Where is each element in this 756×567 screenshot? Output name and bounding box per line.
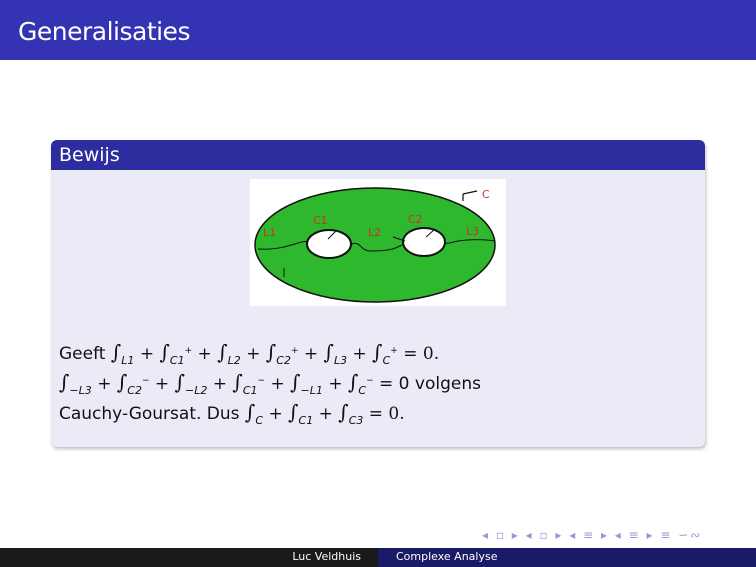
- math-superscript: −: [366, 376, 374, 386]
- label-l2: L2: [368, 226, 381, 239]
- math-superscript: +: [390, 346, 398, 356]
- math-subscript: 3: [356, 414, 364, 427]
- integral-symbol: ∫: [217, 340, 228, 364]
- footer-author: Luc Veldhuis: [292, 550, 361, 563]
- plus-sign: +: [268, 404, 283, 424]
- math-subscript: 1: [250, 384, 258, 397]
- integral-symbol: ∫: [347, 370, 359, 394]
- proof-block-header: Bewijs: [51, 140, 705, 170]
- integral-symbol: ∫: [116, 370, 128, 394]
- label-l3: L3: [466, 225, 479, 238]
- hole-c2: [402, 227, 446, 257]
- contour-diagram: C C1 C2 L1 L2 L3: [254, 187, 496, 303]
- math-subscript: 1: [177, 354, 185, 367]
- frame-title-bar: Generalisaties: [0, 0, 756, 60]
- integral-symbol: ∫: [110, 340, 122, 364]
- equation-end: = 0.: [403, 344, 440, 364]
- proof-line-1: Geeft ∫L1 + ∫C1+ + ∫L2 + ∫C2+ + ∫L3 + ∫C…: [59, 340, 440, 367]
- proof-block: Bewijs C C1 C2 L1 L2 L3 Geeft ∫L1 + ∫C1+: [51, 140, 705, 447]
- math-superscript: −: [141, 376, 150, 386]
- proof-block-title: Bewijs: [59, 144, 120, 166]
- math-subscript: 3: [84, 384, 92, 397]
- integral-symbol: ∫: [323, 340, 334, 364]
- footer-title: Complexe Analyse: [396, 550, 498, 563]
- label-l1: L1: [263, 226, 276, 239]
- math-subscript: 1: [306, 414, 314, 427]
- integral-symbol: ∫: [290, 370, 301, 394]
- label-c: C: [482, 188, 490, 201]
- footer-bar: Luc Veldhuis Complexe Analyse: [0, 548, 756, 567]
- math-term: C: [255, 414, 264, 427]
- integral-symbol: ∫: [372, 340, 383, 364]
- integral-symbol: ∫: [265, 340, 277, 364]
- math-subscript: 2: [283, 354, 291, 367]
- math-subscript: 2: [134, 384, 142, 397]
- plus-sign: +: [352, 344, 367, 364]
- integral-symbol: ∫: [159, 340, 170, 364]
- equation-end: = 0.: [368, 404, 405, 424]
- plus-sign: +: [270, 374, 285, 394]
- proof-line-3: Cauchy-Goursat. Dus ∫C + ∫C1 + ∫C3 = 0.: [59, 400, 405, 427]
- label-c1: C1: [313, 214, 328, 227]
- equation-end: = 0 volgens: [379, 374, 481, 394]
- integral-symbol: ∫: [288, 400, 299, 424]
- math-term: C: [127, 384, 135, 397]
- math-subscript: 1: [315, 384, 323, 397]
- plus-sign: +: [246, 344, 261, 364]
- plus-sign: +: [139, 344, 155, 364]
- beamer-navigation-icons[interactable]: ◂ ▫ ▸ ◂ ▫ ▸ ◂ ≡ ▸ ◂ ≡ ▸ ≡ ∽∾: [482, 528, 702, 542]
- frame-title: Generalisaties: [18, 17, 190, 46]
- math-term: −L: [184, 384, 201, 397]
- plus-sign: +: [97, 374, 112, 394]
- proof-word-geeft: Geeft: [59, 344, 106, 364]
- math-superscript: −: [257, 376, 266, 386]
- hole-c1: [306, 229, 352, 259]
- proof-word-cauchy: Cauchy-Goursat. Dus: [59, 404, 240, 424]
- plus-sign: +: [318, 404, 333, 424]
- math-superscript: +: [184, 346, 193, 356]
- plus-sign: +: [212, 374, 227, 394]
- integral-symbol: ∫: [338, 400, 349, 424]
- integral-symbol: ∫: [59, 370, 70, 394]
- math-term: C: [358, 384, 367, 397]
- footer-title-box: Complexe Analyse: [378, 548, 756, 567]
- plus-sign: +: [303, 344, 319, 364]
- math-term: C: [169, 354, 178, 367]
- math-subscript: 2: [233, 354, 241, 367]
- footer-author-box: Luc Veldhuis: [0, 548, 378, 567]
- plus-sign: +: [328, 374, 343, 394]
- integral-symbol: ∫: [232, 370, 243, 394]
- integral-symbol: ∫: [174, 370, 185, 394]
- contour-figure: C C1 C2 L1 L2 L3: [250, 179, 506, 306]
- math-subscript: 2: [200, 384, 208, 397]
- math-subscript: 3: [340, 354, 348, 367]
- math-subscript: 1: [127, 354, 135, 367]
- math-superscript: +: [290, 346, 299, 356]
- c-arrow: [462, 190, 478, 195]
- proof-line-2: ∫−L3 + ∫C2− + ∫−L2 + ∫C1− + ∫−L1 + ∫C− =…: [59, 370, 481, 397]
- math-term: −L: [300, 384, 316, 397]
- label-c2: C2: [408, 213, 423, 226]
- math-term: C: [276, 354, 284, 367]
- plus-sign: +: [154, 374, 170, 394]
- integral-symbol: ∫: [244, 400, 256, 424]
- math-term: C: [242, 384, 251, 397]
- math-term: −L: [69, 384, 85, 397]
- plus-sign: +: [197, 344, 212, 364]
